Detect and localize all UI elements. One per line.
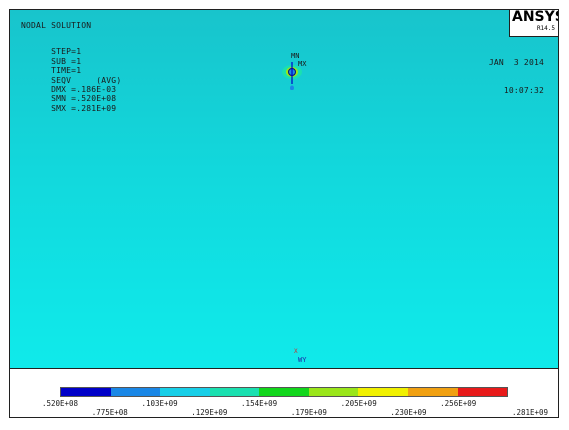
- contour-plot-area[interactable]: NODAL SOLUTION STEP=1 SUB =1 TIME=1 SEQV…: [10, 10, 558, 369]
- legend-label-top-4: .205E+09: [340, 399, 377, 408]
- graphics-window[interactable]: NODAL SOLUTION STEP=1 SUB =1 TIME=1 SEQV…: [9, 9, 559, 418]
- legend-label-top-1: .520E+08: [41, 399, 79, 408]
- time-label: 10:07:32: [503, 86, 544, 96]
- result-item-label: SEQV (AVG): [51, 75, 122, 85]
- lower-contour: [290, 85, 294, 90]
- contour-legend: [60, 387, 508, 397]
- legend-label-bottom-2: .129E+09: [191, 408, 228, 417]
- legend-label-bottom-4: .230E+09: [390, 408, 427, 417]
- substep-label: SUB =1: [51, 56, 82, 66]
- legend-band-5: [259, 388, 309, 396]
- legend-band-3: [160, 388, 210, 396]
- legend-label-top-3: .154E+09: [241, 399, 278, 408]
- legend-label-bottom-5: .281E+09: [511, 408, 549, 417]
- legend-label-top-5: .256E+09: [440, 399, 477, 408]
- legend-band-8: [407, 388, 458, 396]
- legend-label-bottom-1: .775E+08: [91, 408, 128, 417]
- triad-y-label: WY: [298, 356, 307, 364]
- date-label: JAN 3 2014: [488, 57, 544, 67]
- min-marker: MN: [291, 52, 300, 60]
- legend-band-1: [61, 388, 111, 396]
- logo-version: R14.5: [536, 25, 555, 32]
- max-marker: MX: [298, 60, 307, 68]
- legend-band-4: [209, 388, 260, 396]
- legend-band-2: [110, 388, 161, 396]
- smx-label: SMX =.281E+09: [51, 103, 117, 113]
- triad-x-label: X: [294, 348, 298, 355]
- time-label: TIME=1: [51, 66, 82, 76]
- logo-name: ANSYS: [512, 9, 558, 25]
- legend-band-7: [358, 388, 408, 396]
- step-label: STEP=1: [51, 47, 82, 57]
- ansys-logo: ANSYS R14.5: [509, 10, 558, 37]
- legend-label-top-2: .103E+09: [141, 399, 178, 408]
- smn-label: SMN =.520E+08: [51, 94, 117, 104]
- solution-info: STEP=1 SUB =1 TIME=1 SEQV (AVG) DMX =.18…: [21, 38, 121, 123]
- legend-band-6: [308, 388, 359, 396]
- plot-title: NODAL SOLUTION: [21, 21, 92, 30]
- dmx-label: DMX =.186E-03: [51, 85, 117, 95]
- coordinate-triad: X WY: [280, 348, 320, 368]
- date-time: JAN 3 2014 10:07:32: [489, 39, 544, 114]
- legend-band-9: [457, 388, 508, 396]
- legend-label-bottom-3: .179E+09: [290, 408, 327, 417]
